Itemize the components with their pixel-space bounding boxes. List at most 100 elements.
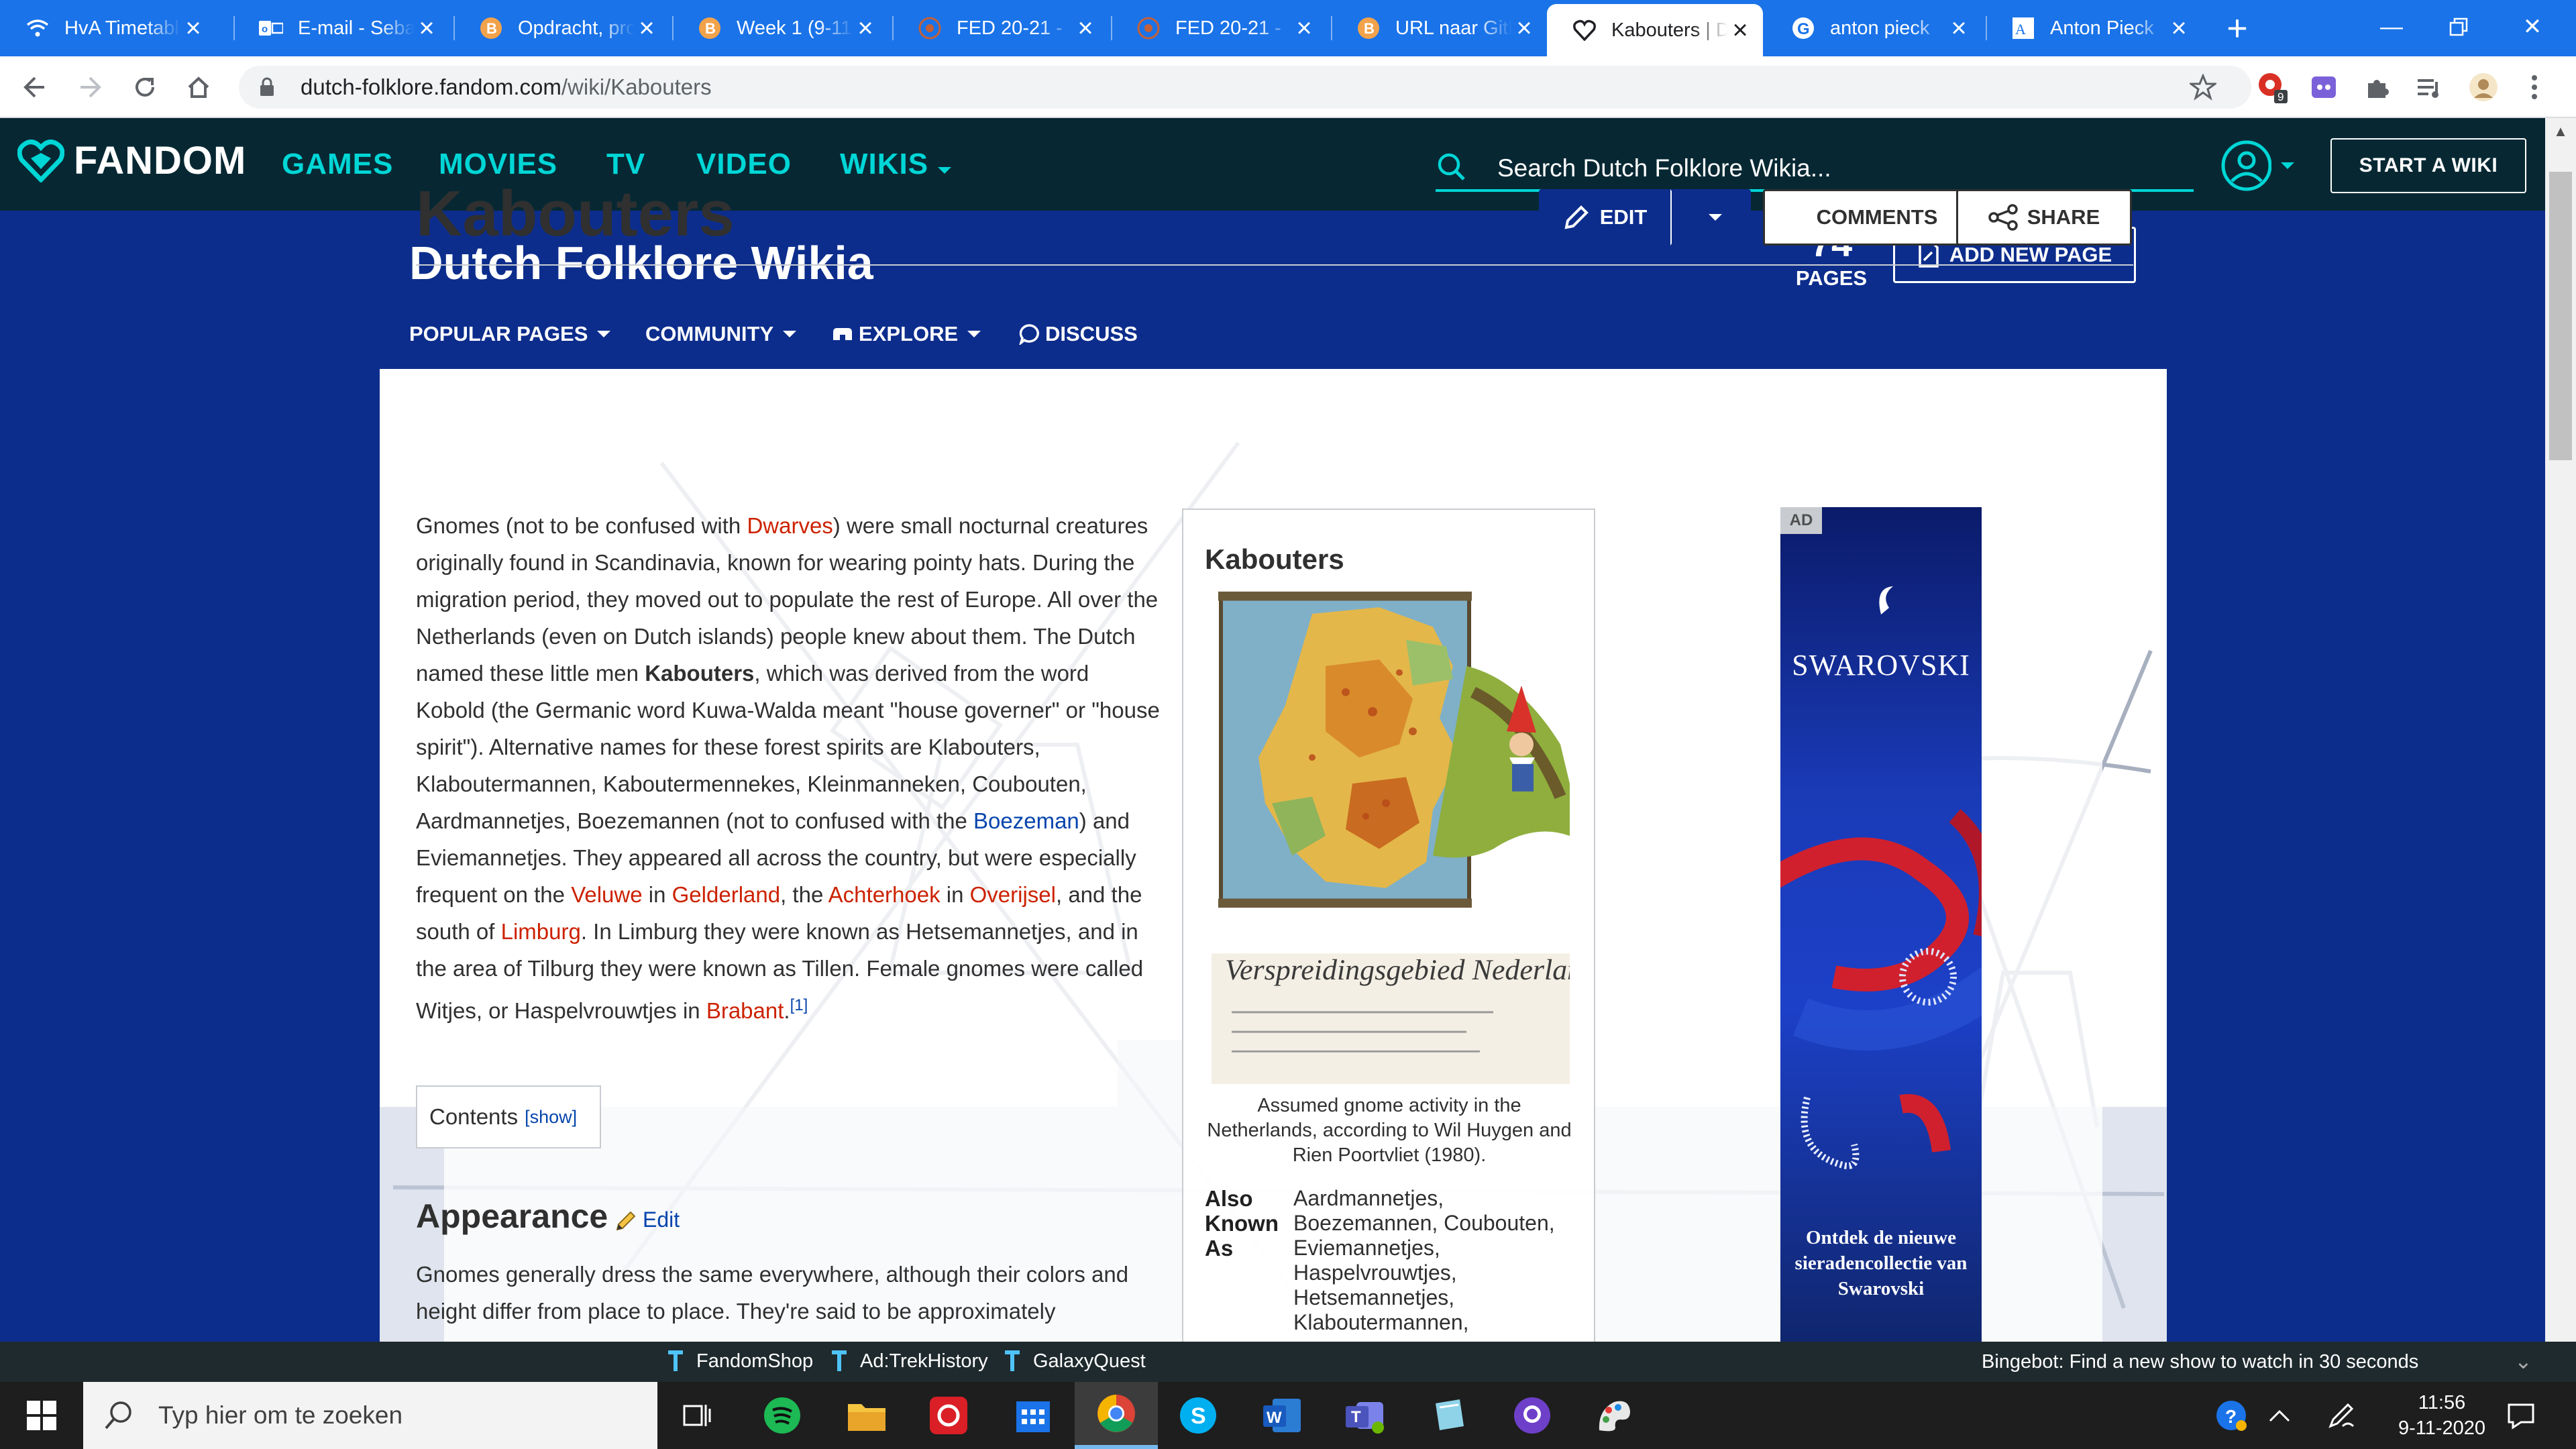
browser-tab[interactable]: G anton pieck × [1766,4,1982,52]
close-tab-icon[interactable]: × [1512,15,1536,42]
chevron-up-icon[interactable] [2255,1391,2304,1440]
article-link[interactable]: Boezeman [973,808,1079,833]
edit-dropdown-button[interactable] [1670,189,1751,246]
bookmark-item[interactable]: GalaxyQuest [1002,1350,1146,1373]
nav-video[interactable]: VIDEO [696,148,792,181]
nav-movies[interactable]: MOVIES [439,148,557,181]
close-tab-icon[interactable]: × [2167,15,2191,42]
teams-icon[interactable]: T [1342,1391,1390,1440]
address-bar[interactable]: dutch-folklore.fandom.com/wiki/Kabouters [239,66,2251,109]
nav-wikis[interactable]: WIKIS [840,148,952,181]
nav-tv[interactable]: TV [606,148,645,181]
article-link[interactable]: Veluwe [571,882,642,907]
share-button[interactable]: SHARE [1956,189,2132,246]
minimize-icon[interactable]: — [2355,0,2428,54]
fandom-search-field[interactable]: Search Dutch Folklore Wikia... [1436,145,2194,192]
restore-icon[interactable] [2422,0,2496,54]
bookmark-item[interactable]: FandomShop [665,1350,813,1373]
creative-cloud-icon[interactable] [924,1391,973,1440]
browser-tab[interactable]: HvA Timetable × [0,4,216,52]
article-link[interactable]: Limburg [501,919,581,944]
text-run: in [940,882,970,907]
wiki-nav-popular-pages[interactable]: POPULAR PAGES [409,322,611,346]
gnome-distribution-map-image[interactable]: Verspreidingsgebied Nederland [1212,588,1570,1084]
article-link[interactable]: Overijsel [970,882,1056,907]
home-icon[interactable] [177,66,220,109]
new-tab-button[interactable]: + [2220,10,2254,46]
pen-icon[interactable] [2317,1391,2365,1440]
spotify-icon[interactable] [758,1391,806,1440]
wiki-nav-explore[interactable]: EXPLORE [832,322,981,346]
close-tab-icon[interactable]: × [181,15,205,42]
close-tab-icon[interactable]: × [635,15,659,42]
close-tab-icon[interactable]: × [853,15,877,42]
page-scrollbar[interactable]: ▲ ▼ [2545,118,2576,1382]
windows-start-icon[interactable] [17,1391,66,1440]
article-link[interactable]: Dwarves [747,513,833,538]
browser-tab[interactable]: B URL naar GitHub × [1331,4,1547,52]
notes-app-icon[interactable] [1425,1391,1473,1440]
reload-icon[interactable] [123,66,166,109]
tab-title: Week 1 (9-11) [737,17,853,39]
task-view-icon[interactable] [674,1391,722,1440]
close-window-icon[interactable]: ✕ [2496,0,2569,54]
extension-icon[interactable] [2306,70,2341,105]
scrollbar-thumb[interactable] [2549,172,2572,460]
article-link[interactable]: Gelderland [672,882,780,907]
close-tab-icon[interactable]: × [1073,15,1097,42]
file-explorer-icon[interactable] [843,1391,891,1440]
chevron-down-icon[interactable]: ⌄ [2514,1348,2532,1374]
section-edit-link[interactable]: Edit [614,1208,680,1232]
profile-avatar-icon[interactable] [2466,70,2501,105]
close-tab-icon[interactable]: × [415,15,439,42]
fandom-logo[interactable]: FANDOM [17,138,246,183]
calendar-icon[interactable] [1009,1391,1057,1440]
wiki-nav-discuss[interactable]: DISCUSS [1018,322,1138,346]
reference-link[interactable]: [1] [790,996,808,1014]
reading-list-icon[interactable] [2411,70,2446,105]
scroll-up-icon[interactable]: ▲ [2545,118,2576,145]
puzzle-extensions-icon[interactable] [2360,70,2395,105]
menu-kebab-icon[interactable] [2517,70,2552,105]
edit-button[interactable]: EDIT [1539,189,1670,246]
browser-tab[interactable]: o E-mail - Sebastiaan × [233,4,449,52]
close-tab-icon[interactable]: × [1947,15,1971,42]
share-icon [1988,204,2018,231]
close-tab-icon[interactable]: × [1292,15,1316,42]
tab-title: HvA Timetable [64,17,181,39]
bookmark-star-icon[interactable] [2186,70,2220,105]
extension-badge-icon[interactable]: 9 [2255,70,2290,105]
article-link[interactable]: Achterhoek [828,882,941,907]
taskbar-search-field[interactable]: Typ hier om te zoeken [83,1382,657,1449]
article-link[interactable]: Brabant [706,998,784,1023]
toc-show-toggle[interactable]: [show] [525,1107,577,1128]
github-desktop-icon[interactable] [1508,1391,1556,1440]
wiki-nav-community[interactable]: COMMUNITY [645,322,797,346]
word-icon[interactable]: W [1258,1391,1307,1440]
chrome-icon[interactable] [1075,1382,1158,1449]
skype-icon[interactable]: S [1174,1391,1222,1440]
back-icon[interactable] [13,66,56,109]
nav-games[interactable]: GAMES [282,148,393,181]
start-a-wiki-button[interactable]: START A WIKI [2330,138,2526,193]
browser-tab[interactable]: B Opdracht, project × [453,4,669,52]
infobox-row-value: Aardmannetjes, Boezemannen, Coubouten, E… [1293,1186,1555,1334]
browser-tab-active[interactable]: Kabouters | Dutch Folklore × [1547,4,1763,56]
explore-icon [833,328,852,340]
browser-tab[interactable]: FED 20-21 - × [1111,4,1327,52]
tab-title: E-mail - Sebastiaan [298,17,415,39]
taskbar-clock[interactable]: 11:56 9-11-2020 [2388,1390,2496,1441]
close-tab-icon[interactable]: × [1728,17,1752,44]
bingebot-notice[interactable]: Bingebot: Find a new show to watch in 30… [1982,1351,2418,1373]
user-menu[interactable] [2220,137,2294,195]
browser-tab[interactable]: B Week 1 (9-11) × [672,4,888,52]
notifications-icon[interactable] [2497,1391,2545,1440]
swarovski-advertisement[interactable]: SWAROVSKI Ontdek de nieuwe sieradencolle… [1780,507,1982,1342]
browser-tab[interactable]: A Anton Pieck × [1986,4,2202,52]
help-icon[interactable]: ? [2207,1391,2255,1440]
browser-tab[interactable]: FED 20-21 - × [892,4,1108,52]
forward-icon[interactable] [68,66,111,109]
paint-app-icon[interactable] [1590,1391,1638,1440]
bookmark-item[interactable]: Ad:TrekHistory [829,1350,988,1373]
infobox-row-label: Also Known As [1205,1186,1279,1260]
